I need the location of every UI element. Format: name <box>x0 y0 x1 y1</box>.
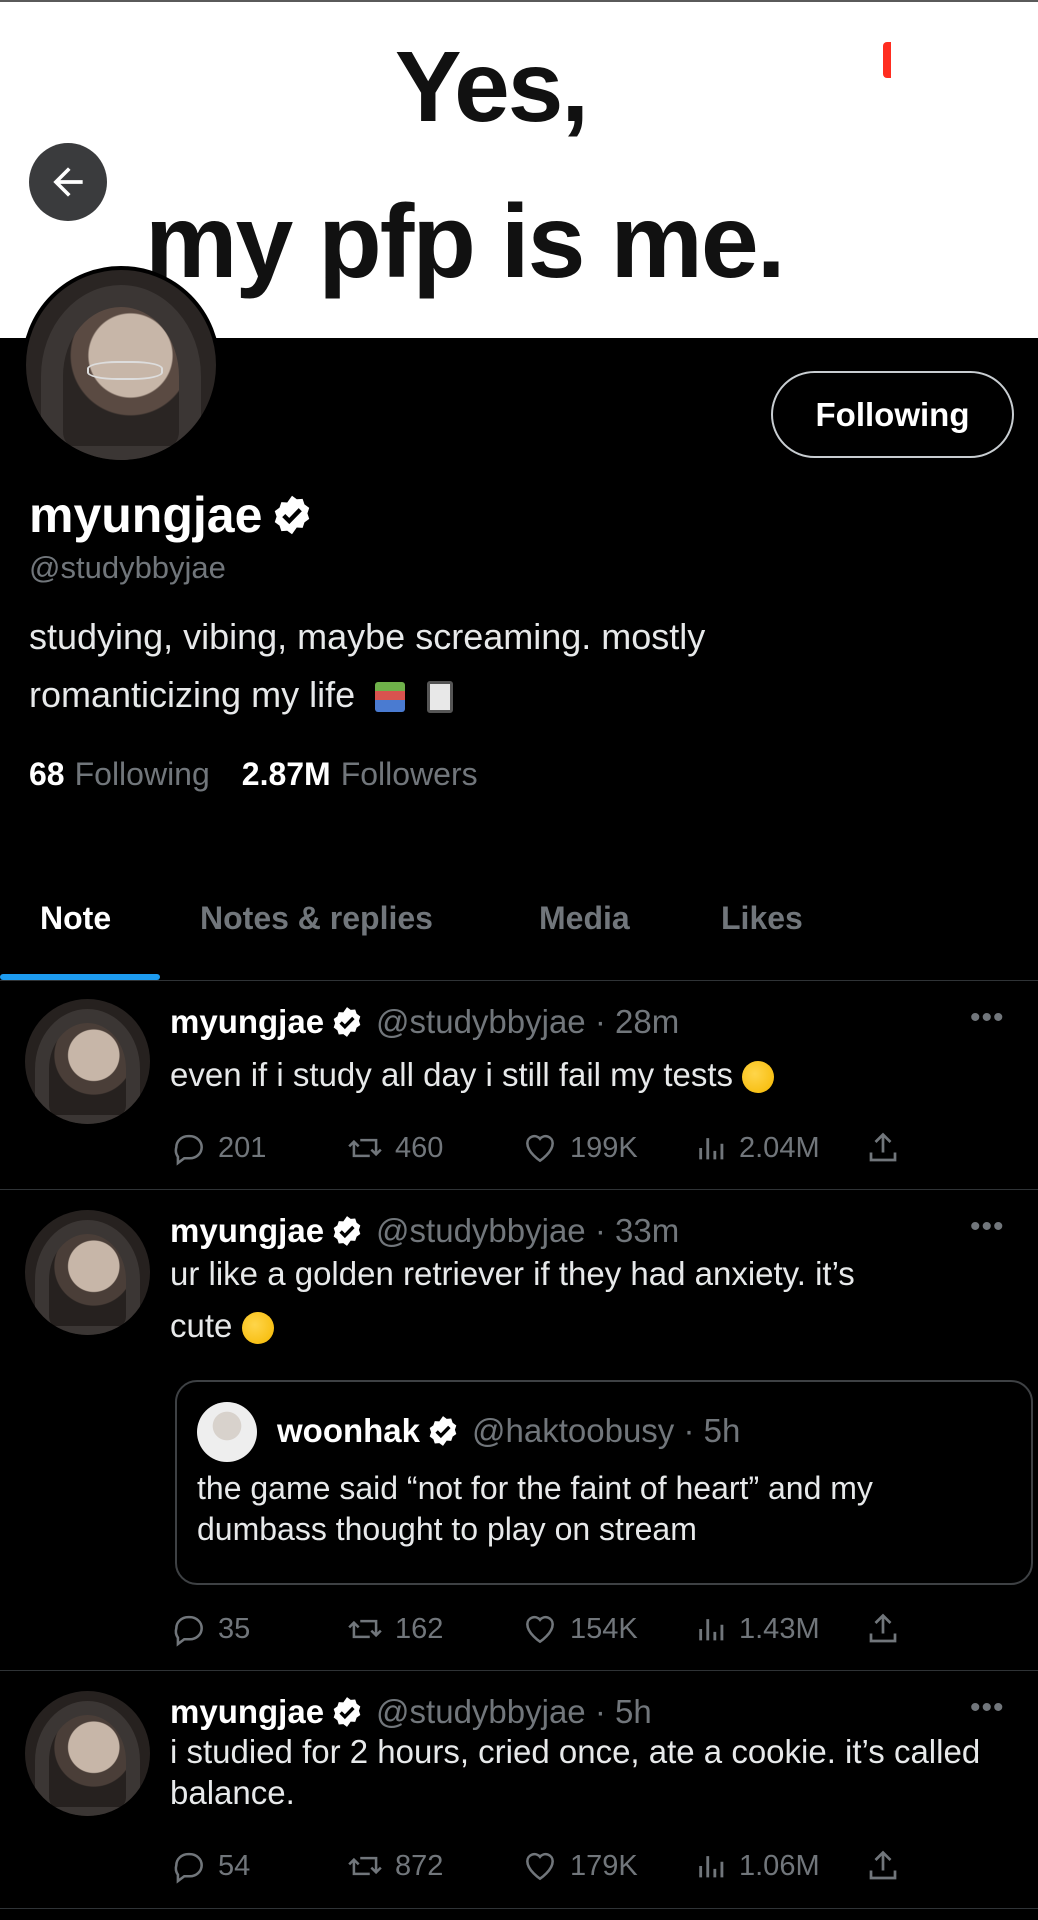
repost-action[interactable]: 162 <box>345 1610 443 1648</box>
views-chart-icon <box>699 1619 724 1641</box>
post-header: myungjae @studybbyjae · 5h <box>170 1693 652 1731</box>
display-name: myungjae <box>29 487 263 543</box>
quoted-header: woonhak @haktoobusy · 5h <box>277 1412 740 1450</box>
reply-action[interactable]: 35 <box>170 1610 250 1648</box>
share-action[interactable] <box>865 1610 911 1648</box>
profile-tabs: Note Notes & replies Media Likes <box>0 880 1038 980</box>
smiling-face-emoji-icon <box>241 1312 274 1345</box>
quoted-text: the game said “not for the faint of hear… <box>197 1470 873 1547</box>
verified-badge-icon <box>333 1697 361 1727</box>
profile-bio: studying, vibing, maybe screaming. mostl… <box>29 608 989 724</box>
like-action[interactable]: 179K <box>520 1847 638 1885</box>
share-icon <box>869 1132 897 1162</box>
following-stat[interactable]: 68 Following <box>29 756 210 793</box>
post-divider <box>0 1670 1038 1671</box>
profile-name-row: myungjae <box>29 486 314 544</box>
repost-icon <box>348 1619 382 1639</box>
bio-line2: romanticizing my life <box>29 666 989 724</box>
post-meta: @studybbyjae · 5h <box>376 1693 652 1730</box>
verified-badge-icon <box>275 495 310 535</box>
verified-badge-icon <box>333 1007 361 1037</box>
post-text: ur like a golden retriever if they had a… <box>170 1255 855 1345</box>
books-emoji-icon <box>375 682 406 713</box>
post-author-name[interactable]: myungjae <box>170 1693 324 1731</box>
like-action[interactable]: 154K <box>520 1610 638 1648</box>
views-action[interactable]: 2.04M <box>695 1129 820 1167</box>
reply-icon <box>174 1852 203 1884</box>
share-icon <box>869 1850 897 1880</box>
post-avatar[interactable] <box>25 1210 150 1335</box>
reply-icon <box>174 1134 203 1166</box>
post-avatar[interactable] <box>25 999 150 1124</box>
verified-badge-icon <box>333 1216 361 1246</box>
quoted-post[interactable]: woonhak @haktoobusy · 5h the game said “… <box>175 1380 1033 1585</box>
quoted-avatar[interactable] <box>197 1402 257 1462</box>
reply-action[interactable]: 54 <box>170 1847 250 1885</box>
post-actions: 35 162 154K 1.43M <box>170 1610 910 1650</box>
views-chart-icon <box>699 1856 724 1878</box>
post-meta: @studybbyjae · 28m <box>376 1003 680 1040</box>
verified-badge-icon <box>429 1416 457 1446</box>
post-meta: @studybbyjae · 33m <box>376 1212 680 1249</box>
quoted-meta: @haktoobusy · 5h <box>472 1412 741 1449</box>
views-chart-icon <box>699 1138 724 1160</box>
repost-action[interactable]: 460 <box>345 1129 443 1167</box>
tab-note[interactable]: Note <box>40 900 111 937</box>
profile-stats: 68 Following 2.87M Followers <box>29 756 478 793</box>
banner-text-line2: my pfp is me. <box>145 184 786 300</box>
share-icon <box>869 1613 897 1643</box>
repost-action[interactable]: 872 <box>345 1847 443 1885</box>
followers-stat[interactable]: 2.87M Followers <box>242 756 478 793</box>
post-divider <box>0 1908 1038 1909</box>
post-header: myungjae @studybbyjae · 28m <box>170 1003 679 1041</box>
views-action[interactable]: 1.43M <box>695 1610 820 1648</box>
post-header: myungjae @studybbyjae · 33m <box>170 1212 679 1250</box>
tabs-divider <box>0 980 1038 981</box>
repost-icon <box>348 1138 382 1158</box>
post-text: i studied for 2 hours, cried once, ate a… <box>170 1733 981 1811</box>
reply-action[interactable]: 201 <box>170 1129 266 1167</box>
tab-media[interactable]: Media <box>539 900 630 937</box>
post-divider <box>0 1189 1038 1190</box>
post-author-name[interactable]: myungjae <box>170 1003 324 1041</box>
share-action[interactable] <box>865 1129 911 1167</box>
notebook-emoji-icon <box>427 681 454 714</box>
more-options-icon[interactable]: ••• <box>970 1210 1005 1244</box>
following-button[interactable]: Following <box>771 371 1014 458</box>
views-action[interactable]: 1.06M <box>695 1847 820 1885</box>
post-actions: 201 460 199K 2.04M <box>170 1129 910 1169</box>
share-action[interactable] <box>865 1847 911 1885</box>
reply-icon <box>174 1615 203 1647</box>
tab-notes-replies[interactable]: Notes & replies <box>200 900 433 937</box>
profile-avatar[interactable] <box>22 266 220 464</box>
like-action[interactable]: 199K <box>520 1129 638 1167</box>
banner-red-mark <box>883 42 891 78</box>
heart-icon <box>526 1852 554 1881</box>
arrow-left-icon <box>53 167 83 197</box>
repost-icon <box>348 1856 382 1876</box>
tab-likes[interactable]: Likes <box>721 900 803 937</box>
post-avatar[interactable] <box>25 1691 150 1816</box>
post-actions: 54 872 179K 1.06M <box>170 1847 910 1887</box>
post-author-name[interactable]: myungjae <box>170 1212 324 1250</box>
crying-face-emoji-icon <box>742 1061 775 1094</box>
post-text: even if i study all day i still fail my … <box>170 1049 1000 1101</box>
more-options-icon[interactable]: ••• <box>970 1001 1005 1035</box>
profile-handle: @studybbyjae <box>29 550 226 585</box>
quoted-author-name: woonhak <box>277 1412 421 1449</box>
more-options-icon[interactable]: ••• <box>970 1691 1005 1725</box>
bio-line1: studying, vibing, maybe screaming. mostl… <box>29 616 706 657</box>
heart-icon <box>526 1615 554 1644</box>
back-button[interactable] <box>29 143 107 221</box>
heart-icon <box>526 1134 554 1163</box>
